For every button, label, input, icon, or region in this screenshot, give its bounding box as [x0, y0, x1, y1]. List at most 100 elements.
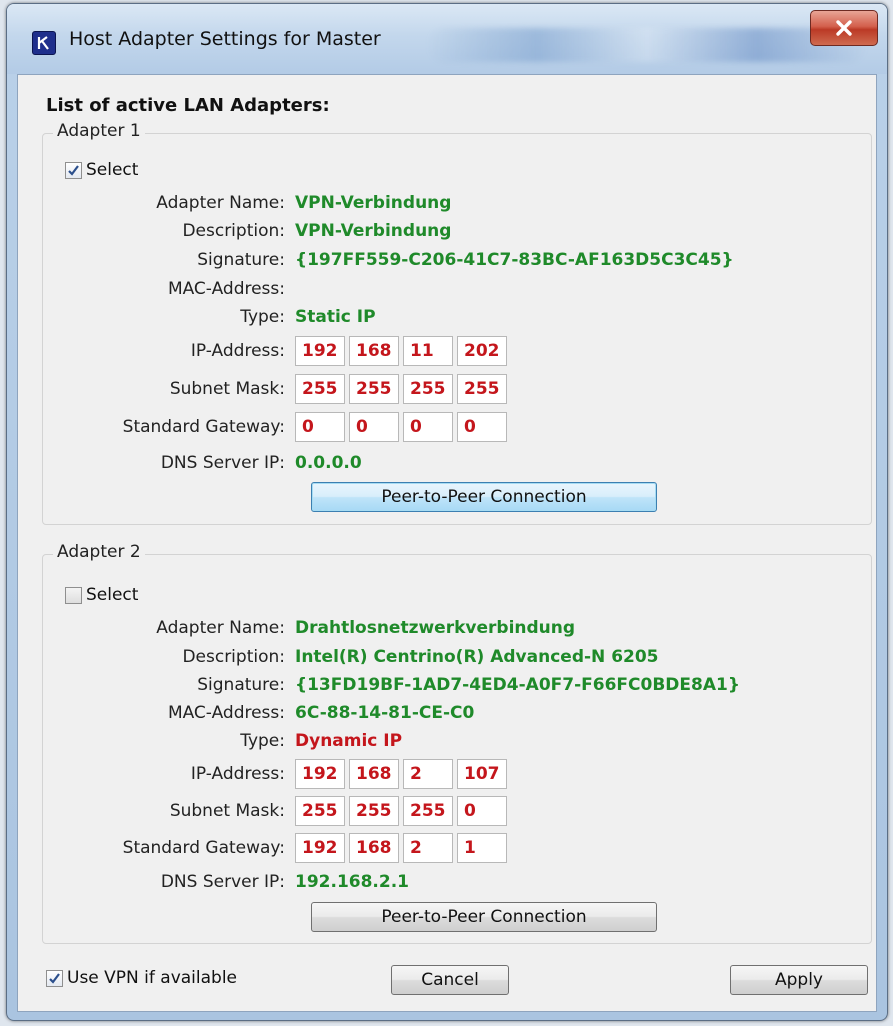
- select-label: Select: [86, 585, 139, 605]
- adapter-1-description-row: Description: VPN-Verbindung: [43, 216, 863, 246]
- gateway-octet-field[interactable]: 0: [349, 412, 399, 442]
- adapter-2-ip-row: IP-Address: 192 168 2 107: [43, 759, 863, 789]
- adapter-1-mac-row: MAC-Address:: [43, 274, 863, 304]
- ip-octet-field[interactable]: 202: [457, 336, 507, 366]
- subnet-octet-field[interactable]: 0: [457, 796, 507, 826]
- adapter-2-group: Adapter 2 Select Adapter Name: Drahtlosn…: [42, 542, 872, 944]
- adapter-1-subnet-row: Subnet Mask: 255 255 255 255: [43, 374, 863, 404]
- adapter-2-name-row: Adapter Name: Drahtlosnetzwerkverbindung: [43, 613, 863, 643]
- cancel-button[interactable]: Cancel: [391, 965, 509, 995]
- use-vpn-checkbox[interactable]: Use VPN if available: [46, 968, 237, 988]
- checkbox-box[interactable]: [46, 969, 63, 987]
- adapter-2-signature-value: {13FD19BF-1AD7-4ED4-A0F7-F66FC0BDE8A1}: [295, 675, 740, 695]
- close-button[interactable]: [810, 10, 878, 46]
- gateway-octet-field[interactable]: 0: [403, 412, 453, 442]
- gateway-label: Standard Gateway:: [122, 838, 285, 858]
- adapter-1-select-checkbox[interactable]: Select: [65, 160, 138, 180]
- adapter-2-description-value: Intel(R) Centrino(R) Advanced-N 6205: [295, 647, 659, 667]
- adapter-1-gateway-field: 0 0 0 0: [295, 412, 511, 442]
- adapter-2-mac-row: MAC-Address: 6C-88-14-81-CE-C0: [43, 698, 863, 728]
- gateway-octet-field[interactable]: 168: [349, 833, 399, 863]
- signature-label: Signature:: [197, 675, 285, 695]
- adapter-1-gateway-row: Standard Gateway: 0 0 0 0: [43, 412, 863, 442]
- type-label: Type:: [240, 307, 285, 327]
- ip-octet-field[interactable]: 192: [295, 336, 345, 366]
- adapter-1-signature-value: {197FF559-C206-41C7-83BC-AF163D5C3C45}: [295, 250, 734, 270]
- ip-octet-field[interactable]: 107: [457, 759, 507, 789]
- gateway-octet-field[interactable]: 0: [295, 412, 345, 442]
- adapter-2-subnet-row: Subnet Mask: 255 255 255 0: [43, 796, 863, 826]
- subnet-octet-field[interactable]: 255: [403, 796, 453, 826]
- subnet-octet-field[interactable]: 255: [349, 796, 399, 826]
- mac-label: MAC-Address:: [167, 279, 285, 299]
- ip-label: IP-Address:: [190, 764, 285, 784]
- gateway-octet-field[interactable]: 1: [457, 833, 507, 863]
- adapter-1-name-value: VPN-Verbindung: [295, 193, 452, 213]
- adapter-1-legend: Adapter 1: [53, 121, 145, 141]
- checkbox-box[interactable]: [65, 161, 82, 179]
- ip-octet-field[interactable]: 168: [349, 759, 399, 789]
- use-vpn-label: Use VPN if available: [67, 968, 238, 988]
- adapter-1-dns-row: DNS Server IP: 0.0.0.0: [43, 448, 863, 478]
- subnet-octet-field[interactable]: 255: [403, 374, 453, 404]
- adapter-2-signature-row: Signature: {13FD19BF-1AD7-4ED4-A0F7-F66F…: [43, 670, 863, 700]
- adapter-1-dns-value: 0.0.0.0: [295, 453, 362, 473]
- ip-octet-field[interactable]: 11: [403, 336, 453, 366]
- adapter-2-dns-value: 192.168.2.1: [295, 872, 410, 892]
- subnet-label: Subnet Mask:: [169, 801, 285, 821]
- adapter-1-ip-row: IP-Address: 192 168 11 202: [43, 336, 863, 366]
- subnet-label: Subnet Mask:: [169, 379, 285, 399]
- adapter-2-subnet-field: 255 255 255 0: [295, 796, 511, 826]
- subnet-octet-field[interactable]: 255: [349, 374, 399, 404]
- adapter-2-name-value: Drahtlosnetzwerkverbindung: [295, 618, 576, 638]
- select-label: Select: [86, 160, 139, 180]
- close-icon: [836, 20, 852, 36]
- description-label: Description:: [182, 221, 285, 241]
- dns-label: DNS Server IP:: [160, 453, 285, 473]
- checkmark-icon: [49, 972, 60, 984]
- adapter-1-group: Adapter 1 Select Adapter Name: VPN-Verbi…: [42, 121, 872, 525]
- ip-octet-field[interactable]: 168: [349, 336, 399, 366]
- mac-label: MAC-Address:: [167, 703, 285, 723]
- subnet-octet-field[interactable]: 255: [295, 796, 345, 826]
- type-label: Type:: [240, 731, 285, 751]
- apply-button[interactable]: Apply: [730, 965, 868, 995]
- ip-octet-field[interactable]: 2: [403, 759, 453, 789]
- gateway-octet-field[interactable]: 2: [403, 833, 453, 863]
- adapter-name-label: Adapter Name:: [156, 193, 285, 213]
- dialog-client-area: List of active LAN Adapters: Adapter 1 S…: [17, 74, 877, 1012]
- ip-label: IP-Address:: [190, 341, 285, 361]
- adapter-2-legend: Adapter 2: [53, 542, 145, 562]
- adapter-name-label: Adapter Name:: [156, 618, 285, 638]
- gateway-octet-field[interactable]: 0: [457, 412, 507, 442]
- gateway-octet-field[interactable]: 192: [295, 833, 345, 863]
- adapter-1-ip-field: 192 168 11 202: [295, 336, 511, 366]
- adapter-2-p2p-button[interactable]: Peer-to-Peer Connection: [311, 902, 657, 932]
- ip-octet-field[interactable]: 192: [295, 759, 345, 789]
- adapter-2-select-checkbox[interactable]: Select: [65, 585, 138, 605]
- adapter-1-name-row: Adapter Name: VPN-Verbindung: [43, 188, 863, 218]
- app-icon: [32, 31, 56, 55]
- title-bar[interactable]: Host Adapter Settings for Master: [7, 4, 887, 74]
- checkbox-box[interactable]: [65, 586, 82, 604]
- window-title: Host Adapter Settings for Master: [69, 28, 381, 50]
- adapter-2-type-row: Type: Dynamic IP: [43, 726, 863, 756]
- dialog-window: Host Adapter Settings for Master List of…: [6, 3, 888, 1021]
- subnet-octet-field[interactable]: 255: [295, 374, 345, 404]
- adapter-1-subnet-field: 255 255 255 255: [295, 374, 511, 404]
- adapter-2-type-value: Dynamic IP: [295, 731, 403, 751]
- adapter-2-mac-value: 6C-88-14-81-CE-C0: [295, 703, 475, 723]
- subnet-octet-field[interactable]: 255: [457, 374, 507, 404]
- list-title: List of active LAN Adapters:: [46, 95, 330, 116]
- adapter-2-ip-field: 192 168 2 107: [295, 759, 511, 789]
- gateway-label: Standard Gateway:: [122, 417, 285, 437]
- description-label: Description:: [182, 647, 285, 667]
- adapter-1-description-value: VPN-Verbindung: [295, 221, 452, 241]
- dns-label: DNS Server IP:: [160, 872, 285, 892]
- adapter-2-description-row: Description: Intel(R) Centrino(R) Advanc…: [43, 642, 863, 672]
- checkmark-icon: [68, 164, 79, 176]
- adapter-2-gateway-field: 192 168 2 1: [295, 833, 511, 863]
- adapter-2-gateway-row: Standard Gateway: 192 168 2 1: [43, 833, 863, 863]
- title-bar-glass-decoration: [427, 28, 867, 62]
- adapter-1-p2p-button[interactable]: Peer-to-Peer Connection: [311, 482, 657, 512]
